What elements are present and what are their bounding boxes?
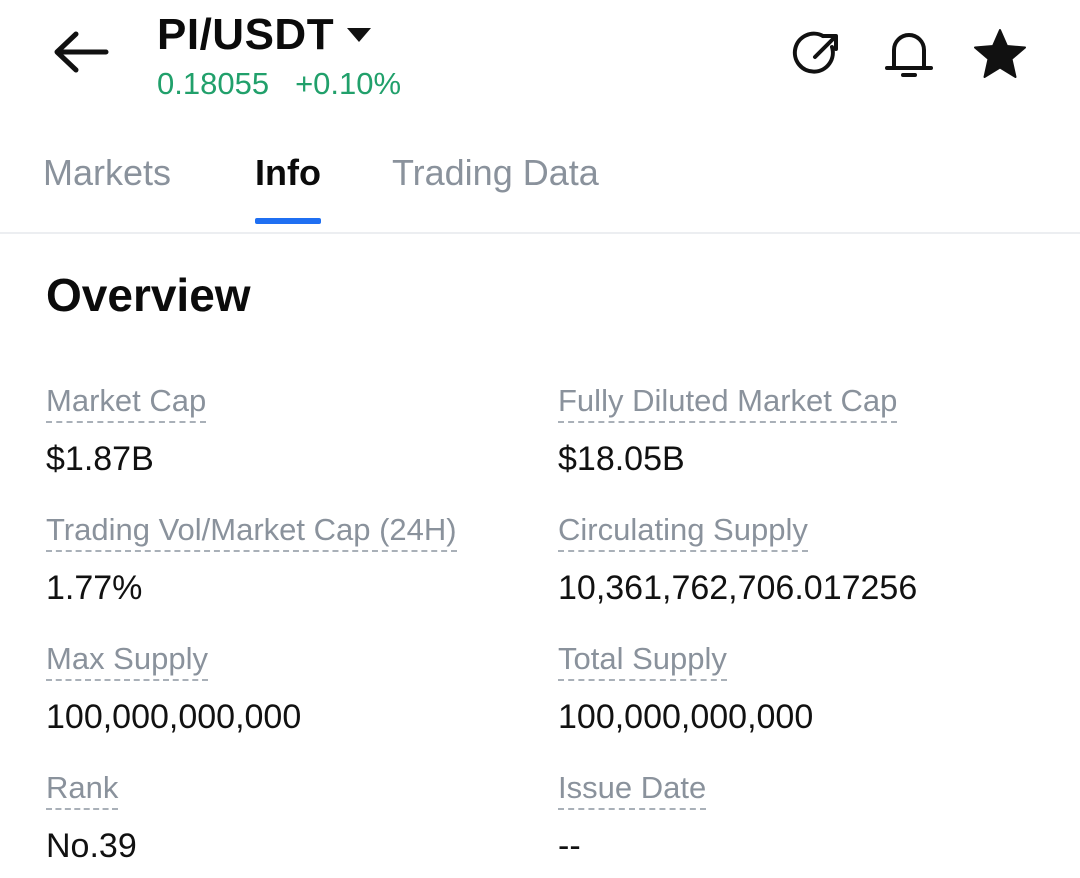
price-change: +0.10% (295, 66, 402, 101)
issue-date-label[interactable]: Issue Date (558, 769, 707, 810)
pair-title: PI/USDT (157, 10, 335, 59)
max-supply-label[interactable]: Max Supply (46, 640, 208, 681)
tab-trading-data[interactable]: Trading Data (392, 152, 599, 222)
header-actions (788, 26, 1030, 86)
back-arrow-icon (50, 27, 110, 82)
circulating-supply-label[interactable]: Circulating Supply (558, 511, 808, 552)
price-row: 0.18055 +0.10% (157, 66, 401, 102)
trading-vol-market-cap-value: 1.77% (46, 569, 143, 607)
bell-icon (883, 26, 935, 87)
fully-diluted-market-cap-value: $18.05B (558, 440, 685, 478)
tab-markets[interactable]: Markets (43, 152, 171, 222)
market-cap-value: $1.87B (46, 440, 154, 478)
rank-label[interactable]: Rank (46, 769, 119, 810)
total-supply-label[interactable]: Total Supply (558, 640, 727, 681)
last-price: 0.18055 (157, 66, 270, 101)
share-button[interactable] (788, 26, 848, 86)
star-icon (973, 28, 1027, 85)
issue-date-value: -- (558, 827, 581, 865)
favorite-button[interactable] (970, 26, 1030, 86)
caret-down-icon (346, 27, 372, 43)
alert-button[interactable] (879, 26, 939, 86)
top-bar: PI/USDT 0.18055 +0.10% (0, 0, 1080, 120)
overview-title: Overview (46, 269, 251, 321)
tab-info[interactable]: Info (255, 152, 321, 224)
market-cap-label[interactable]: Market Cap (46, 382, 207, 423)
tab-bar: Markets Info Trading Data (0, 140, 1080, 234)
pair-block: PI/USDT 0.18055 +0.10% (157, 8, 401, 102)
max-supply-value: 100,000,000,000 (46, 698, 302, 736)
rank-value: No.39 (46, 827, 137, 865)
circulating-supply-value: 10,361,762,706.017256 (558, 569, 918, 607)
pair-selector[interactable]: PI/USDT (157, 8, 401, 62)
coin-info-page: PI/USDT 0.18055 +0.10% Markets Info Trad… (0, 0, 1080, 878)
trading-vol-market-cap-label[interactable]: Trading Vol/Market Cap (24H) (46, 511, 457, 552)
total-supply-value: 100,000,000,000 (558, 698, 814, 736)
fully-diluted-market-cap-label[interactable]: Fully Diluted Market Cap (558, 382, 898, 423)
share-icon (792, 28, 844, 85)
back-button[interactable] (44, 22, 116, 86)
